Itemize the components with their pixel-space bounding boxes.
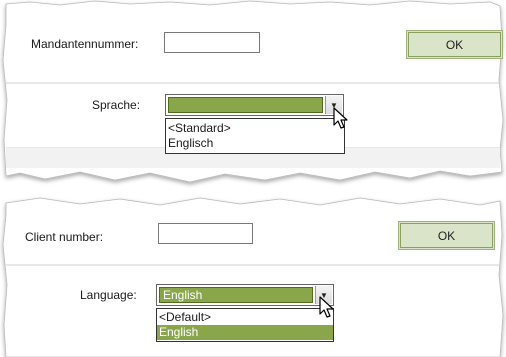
language-label: Language: [80,288,137,302]
client-number-label: Mandantennummer: [31,37,139,51]
language-dropdown-list: <Standard> Englisch [165,118,345,154]
top-panel: Mandantennummer: OK Sprache: ▼ <Standard… [0,0,506,190]
ok-button-label: OK [445,37,464,52]
ok-button-label: OK [437,228,456,243]
language-option-standard[interactable]: <Standard> [166,121,344,136]
client-number-input[interactable] [158,223,253,244]
language-option-english[interactable]: English [157,325,333,340]
language-select[interactable]: ▼ [165,94,344,116]
language-select-value: English [159,287,313,303]
language-select[interactable]: English ▼ [156,284,334,306]
language-option-englisch[interactable]: Englisch [166,136,344,151]
ok-button[interactable]: OK [406,30,503,59]
mouse-pointer-icon [333,107,348,129]
language-option-default[interactable]: <Default> [157,310,333,325]
language-dropdown-list: <Default> English [156,308,334,342]
client-number-label: Client number: [25,230,104,244]
ok-button[interactable]: OK [398,221,495,250]
bottom-panel: Client number: OK Language: English ▼ <D… [0,195,506,357]
client-number-input[interactable] [164,32,260,53]
language-label: Sprache: [92,98,141,112]
language-select-value [168,97,323,113]
mouse-pointer-icon [319,296,334,318]
